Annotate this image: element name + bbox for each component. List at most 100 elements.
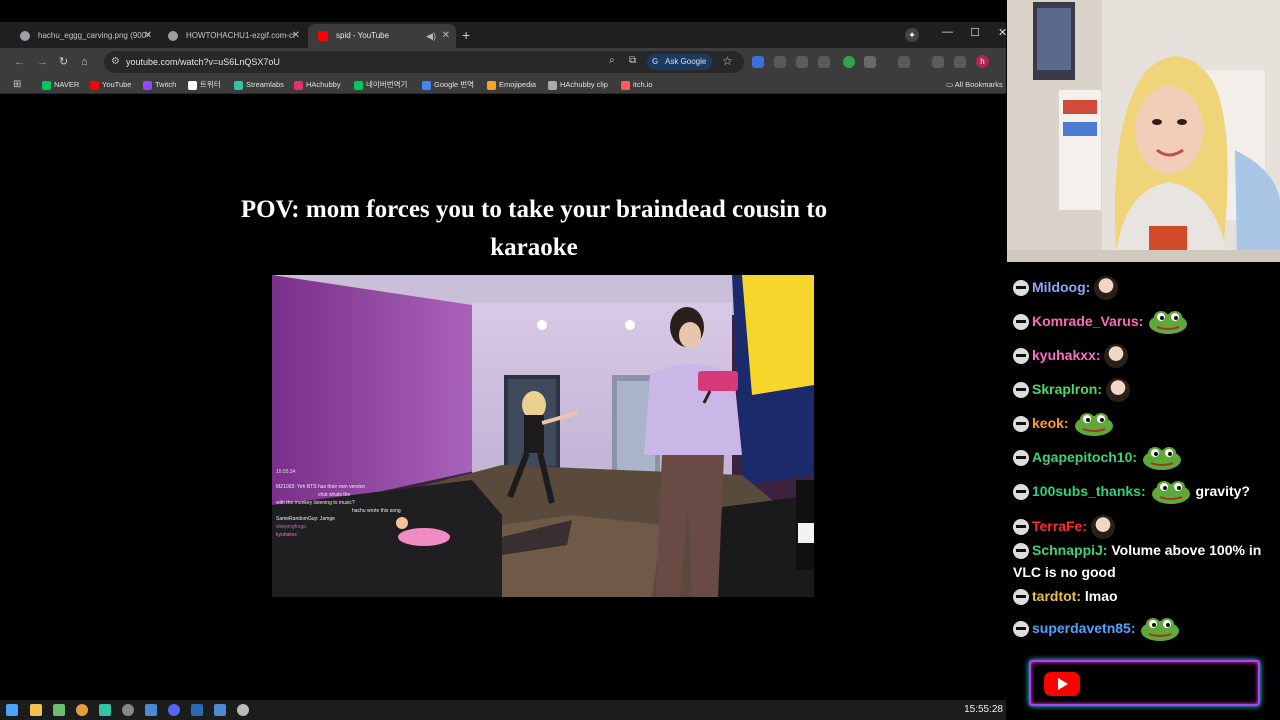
taskbar: 15:55:28 [0, 700, 1006, 720]
address-bar[interactable]: ⚙ youtube.com/watch?v=uS6LnQSX7oU ⌕ ⧉ GA… [104, 51, 744, 73]
overlay-chat-line: SameRandomGuy: Jamge [276, 516, 335, 522]
overlay-chat-line: hachu wrote this song [352, 508, 401, 514]
menu-lines-icon[interactable] [954, 56, 966, 68]
user-badge-icon [1013, 280, 1029, 297]
zoom-icon[interactable]: ⌕ [609, 55, 615, 66]
maximize-icon[interactable]: ☐ [970, 26, 980, 39]
pepe-emote-icon [1141, 618, 1180, 642]
youtube-icon [90, 81, 99, 90]
obs-icon[interactable] [122, 704, 134, 716]
bookmark-emojipedia[interactable]: Emojipedia [487, 79, 536, 91]
chat-username[interactable]: Agapepitoch10: [1032, 449, 1137, 465]
bookmark-streamlabs[interactable]: Streamlabs [234, 79, 284, 91]
gemini-icon[interactable]: ✦ [905, 28, 919, 42]
chat-username[interactable]: Komrade_Varus: [1032, 313, 1143, 329]
tab-youtube[interactable]: spid - YouTube ◀) ✕ [308, 24, 456, 48]
install-icon[interactable]: ⧉ [629, 55, 636, 66]
back-icon[interactable]: ← [14, 55, 25, 69]
discord-icon[interactable] [168, 704, 180, 716]
site-info-icon[interactable]: ⚙ [111, 56, 120, 67]
bookmark-itchio[interactable]: itch.io [621, 79, 653, 91]
bookmark-label: itch.io [633, 80, 653, 89]
tab-close-icon[interactable]: ✕ [442, 24, 450, 48]
chat-username[interactable]: superdavetn85: [1032, 620, 1135, 636]
bookmark-twitter[interactable]: 트위터 [188, 79, 221, 91]
chat-message: keok: [1013, 412, 1275, 437]
app-icon[interactable] [145, 704, 157, 716]
bookmark-hachubby-clip[interactable]: HAchubby clip [548, 79, 608, 91]
folder-icon: ▭ [946, 80, 955, 89]
app-icon[interactable] [53, 704, 65, 716]
chat-message-text: gravity? [1191, 483, 1250, 499]
overlay-chat-line: with the monkey listening to music? [276, 500, 355, 506]
home-icon[interactable]: ⌂ [81, 55, 88, 69]
url-text[interactable]: youtube.com/watch?v=uS6LnQSX7oU [126, 51, 280, 73]
karaoke-video-frame[interactable]: 15:55:34 MZ1003: Yeh BTS has their own v… [272, 275, 814, 597]
bookmark-star-icon[interactable]: ☆ [722, 54, 733, 68]
pepe-emote-icon [1149, 311, 1188, 335]
extension-icon[interactable] [818, 56, 830, 68]
apps-grid-icon[interactable]: ⊞ [13, 79, 21, 90]
tab-close-icon[interactable]: ✕ [292, 24, 300, 48]
bookmark-instagram[interactable]: HAchubby [294, 79, 341, 91]
file-explorer-icon[interactable] [30, 704, 42, 716]
reload-icon[interactable]: ↻ [59, 55, 68, 69]
chat-username[interactable]: SchnappiJ: [1032, 542, 1107, 558]
bookmark-naver-translate[interactable]: 네이버번역기 [354, 79, 407, 91]
start-icon[interactable] [6, 704, 18, 716]
chat-message: superdavetn85: [1013, 617, 1275, 642]
chat-alert-box [1029, 660, 1260, 706]
chat-username[interactable]: keok: [1032, 415, 1069, 431]
chrome-icon[interactable] [76, 704, 88, 716]
extension-icon[interactable] [752, 56, 764, 68]
minimize-icon[interactable]: — [942, 26, 953, 38]
chat-username[interactable]: kyuhakxx: [1032, 347, 1100, 363]
steam-icon[interactable] [191, 704, 203, 716]
extension-icon[interactable] [774, 56, 786, 68]
video-player[interactable]: POV: mom forces you to take your brainde… [0, 95, 1006, 700]
overlay-chat-line: sleepingfrogo [276, 524, 307, 530]
user-badge-icon [1013, 484, 1029, 501]
chat-message: Skraplron: [1013, 378, 1275, 403]
new-tab-icon[interactable]: + [462, 24, 470, 46]
chat-username[interactable]: Mildoog: [1032, 279, 1090, 295]
tab-close-icon[interactable]: ✕ [144, 24, 152, 48]
extension-icon[interactable] [843, 56, 855, 68]
chat-username[interactable]: 100subs_thanks: [1032, 483, 1146, 499]
youtube-favicon-icon [318, 31, 328, 41]
extensions-puzzle-icon[interactable] [864, 56, 876, 68]
pepe-emote [1146, 481, 1192, 505]
bookmark-twitch[interactable]: Twitch [143, 79, 176, 91]
extension-icon[interactable] [796, 56, 808, 68]
papago-icon [354, 81, 363, 90]
profile-avatar[interactable]: h [976, 55, 989, 68]
naver-icon [42, 81, 51, 90]
tab-gif[interactable]: HOWTOHACHU1-ezgif.com-cr ✕ [158, 24, 306, 48]
pepe-emote [1143, 311, 1189, 335]
forward-icon[interactable]: → [37, 55, 48, 69]
close-window-icon[interactable]: ✕ [998, 26, 1007, 39]
app-icon[interactable] [214, 704, 226, 716]
taskbar-clock[interactable]: 15:55:28 [964, 700, 1003, 720]
bookmark-google-translate[interactable]: Google 번역 [422, 79, 474, 91]
user-badge-icon [1013, 348, 1029, 365]
streamer-face-emote-icon [1106, 378, 1131, 403]
download-icon[interactable] [932, 56, 944, 68]
app-icon[interactable] [99, 704, 111, 716]
all-bookmarks-button[interactable]: ▭ All Bookmarks [946, 79, 1003, 91]
bookmark-youtube[interactable]: YouTube [90, 79, 131, 91]
speaker-icon[interactable]: ◀) [426, 24, 436, 48]
x-icon [188, 81, 197, 90]
bookmark-naver[interactable]: NAVER [42, 79, 79, 91]
live-chat-panel: Mildoog: Komrade_Varus: kyuhakxx: Skraplron… [1007, 262, 1280, 720]
chat-username[interactable]: tardtot: [1032, 588, 1081, 604]
bookmark-label: NAVER [54, 80, 80, 89]
chat-username[interactable]: Skraplron: [1032, 381, 1102, 397]
side-panel-icon[interactable] [898, 56, 910, 68]
tab-image[interactable]: hachu_eggg_carving.png (900× ✕ [10, 24, 158, 48]
tab-title: spid - YouTube [336, 31, 390, 40]
chat-username[interactable]: TerraFe: [1032, 518, 1087, 534]
chat-message: Komrade_Varus: [1013, 310, 1275, 335]
app-icon[interactable] [237, 704, 249, 716]
ask-google-button[interactable]: G Ask Google [647, 54, 713, 70]
